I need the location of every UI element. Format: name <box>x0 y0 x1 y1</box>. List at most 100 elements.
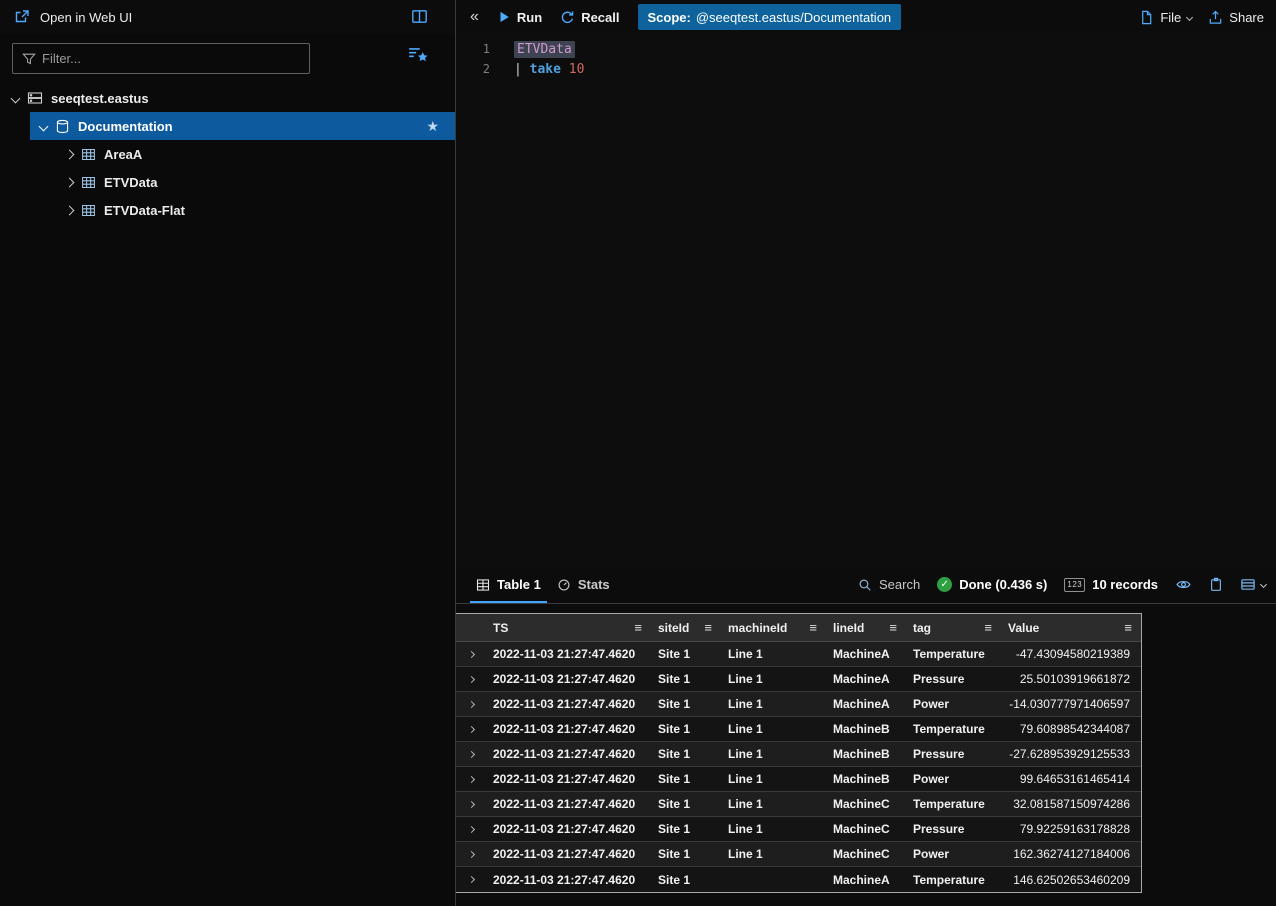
cell-lineid: MachineB <box>826 742 906 766</box>
scope-value: @seeqtest.eastus/Documentation <box>696 10 891 25</box>
records-123-icon: 123 <box>1064 578 1085 592</box>
table-icon <box>81 203 96 218</box>
row-expand-chevron[interactable] <box>456 767 486 791</box>
collapse-panel-button[interactable]: « <box>470 9 479 25</box>
row-expand-chevron[interactable] <box>456 692 486 716</box>
table-row[interactable]: 2022-11-03 21:27:47.4620Site 1Line 1Mach… <box>456 817 1141 842</box>
table-row[interactable]: 2022-11-03 21:27:47.4620Site 1Line 1Mach… <box>456 717 1141 742</box>
search-button[interactable]: Search <box>858 577 920 592</box>
row-expand-chevron[interactable] <box>456 842 486 866</box>
row-expand-chevron[interactable] <box>456 667 486 691</box>
column-header-ts[interactable]: TS≡ <box>486 614 651 641</box>
cell-siteid: Site 1 <box>651 642 721 666</box>
column-header-machineid[interactable]: machineId≡ <box>721 614 826 641</box>
token-table-name: ETVData <box>514 41 575 58</box>
run-button[interactable]: Run <box>497 10 542 25</box>
tree-item-table[interactable]: ETVData-Flat <box>0 196 455 224</box>
share-button[interactable]: Share <box>1208 10 1264 25</box>
cell-ts: 2022-11-03 21:27:47.4620 <box>486 792 651 816</box>
tab-stats[interactable]: Stats <box>549 566 618 603</box>
search-icon <box>858 578 872 592</box>
filter-row <box>0 34 455 78</box>
cell-value: 146.62502653460209 <box>1001 867 1141 892</box>
column-menu-icon[interactable]: ≡ <box>809 620 817 635</box>
database-icon <box>55 119 70 134</box>
cell-ts: 2022-11-03 21:27:47.4620 <box>486 692 651 716</box>
open-in-web-ui-button[interactable]: Open in Web UI <box>40 10 132 25</box>
column-menu-icon[interactable]: ≡ <box>634 620 642 635</box>
column-menu-icon[interactable]: ≡ <box>889 620 897 635</box>
split-editor-icon[interactable] <box>411 8 428 25</box>
favorite-star-icon[interactable]: ★ <box>426 118 439 135</box>
cell-tag: Temperature <box>906 642 1001 666</box>
row-expand-chevron[interactable] <box>456 642 486 666</box>
cell-value: 32.081587150974286 <box>1001 792 1141 816</box>
code-line: 2 | take 10 <box>456 59 1276 79</box>
row-expand-chevron[interactable] <box>456 867 486 892</box>
recall-button[interactable]: Recall <box>560 10 619 25</box>
column-menu-icon[interactable]: ≡ <box>1124 620 1132 635</box>
table-name: ETVData-Flat <box>104 203 185 218</box>
layout-options-button[interactable] <box>1240 577 1266 592</box>
copy-results-button[interactable] <box>1209 577 1223 592</box>
cell-tag: Power <box>906 767 1001 791</box>
chevron-down-icon[interactable] <box>39 121 49 131</box>
table-row[interactable]: 2022-11-03 21:27:47.4620Site 1MachineATe… <box>456 867 1141 892</box>
row-expand-chevron[interactable] <box>456 817 486 841</box>
column-header-value[interactable]: Value≡ <box>1001 614 1141 641</box>
table-row[interactable]: 2022-11-03 21:27:47.4620Site 1Line 1Mach… <box>456 842 1141 867</box>
cell-machineid: Line 1 <box>721 792 826 816</box>
cell-ts: 2022-11-03 21:27:47.4620 <box>486 742 651 766</box>
cell-tag: Power <box>906 842 1001 866</box>
column-header-lineid[interactable]: lineId≡ <box>826 614 906 641</box>
open-external-icon[interactable] <box>14 9 30 25</box>
tree-item-table[interactable]: AreaA <box>0 140 455 168</box>
cell-ts: 2022-11-03 21:27:47.4620 <box>486 867 651 892</box>
table-row[interactable]: 2022-11-03 21:27:47.4620Site 1Line 1Mach… <box>456 667 1141 692</box>
column-header-siteid[interactable]: siteId≡ <box>651 614 721 641</box>
table-name: ETVData <box>104 175 157 190</box>
chevron-down-icon <box>1260 581 1267 588</box>
panel-divider[interactable] <box>455 0 456 906</box>
cell-machineid: Line 1 <box>721 817 826 841</box>
token-number: 10 <box>561 62 584 77</box>
rows-layout-icon <box>1240 577 1256 592</box>
tree-item-table[interactable]: ETVData <box>0 168 455 196</box>
filter-favorites-icon[interactable] <box>408 45 429 64</box>
eye-icon <box>1175 577 1192 592</box>
chevron-down-icon[interactable] <box>11 93 21 103</box>
results-table: TS≡ siteId≡ machineId≡ lineId≡ tag≡ Valu… <box>456 613 1142 893</box>
file-menu-button[interactable]: File <box>1139 10 1192 25</box>
query-editor[interactable]: 1 ETVData 2 | take 10 <box>456 34 1276 566</box>
cell-machineid <box>721 867 826 892</box>
table-row[interactable]: 2022-11-03 21:27:47.4620Site 1Line 1Mach… <box>456 642 1141 667</box>
chevron-right-icon[interactable] <box>65 205 75 215</box>
cluster-icon <box>27 90 43 106</box>
filter-field[interactable] <box>12 43 310 74</box>
query-status: ✓ Done (0.436 s) <box>937 577 1047 592</box>
table-row[interactable]: 2022-11-03 21:27:47.4620Site 1Line 1Mach… <box>456 767 1141 792</box>
column-visibility-button[interactable] <box>1175 577 1192 592</box>
cell-machineid: Line 1 <box>721 717 826 741</box>
chevron-right-icon[interactable] <box>65 177 75 187</box>
cell-ts: 2022-11-03 21:27:47.4620 <box>486 842 651 866</box>
tab-table-1[interactable]: Table 1 <box>468 566 549 603</box>
table-row[interactable]: 2022-11-03 21:27:47.4620Site 1Line 1Mach… <box>456 792 1141 817</box>
row-expand-chevron[interactable] <box>456 742 486 766</box>
column-menu-icon[interactable]: ≡ <box>984 620 992 635</box>
column-header-tag[interactable]: tag≡ <box>906 614 1001 641</box>
top-bar: Open in Web UI « Run R <box>0 0 1276 34</box>
row-expand-chevron[interactable] <box>456 717 486 741</box>
table-row[interactable]: 2022-11-03 21:27:47.4620Site 1Line 1Mach… <box>456 742 1141 767</box>
clipboard-icon <box>1209 577 1223 592</box>
cell-lineid: MachineB <box>826 717 906 741</box>
tree-item-database-selected[interactable]: Documentation ★ <box>30 112 455 140</box>
tree-item-cluster[interactable]: seeqtest.eastus <box>0 84 455 112</box>
row-expand-chevron[interactable] <box>456 792 486 816</box>
column-menu-icon[interactable]: ≡ <box>704 620 712 635</box>
scope-badge[interactable]: Scope: @seeqtest.eastus/Documentation <box>638 4 902 30</box>
table-row[interactable]: 2022-11-03 21:27:47.4620Site 1Line 1Mach… <box>456 692 1141 717</box>
chevron-right-icon[interactable] <box>65 149 75 159</box>
chevron-down-icon <box>1186 13 1193 20</box>
filter-input[interactable] <box>42 51 309 66</box>
